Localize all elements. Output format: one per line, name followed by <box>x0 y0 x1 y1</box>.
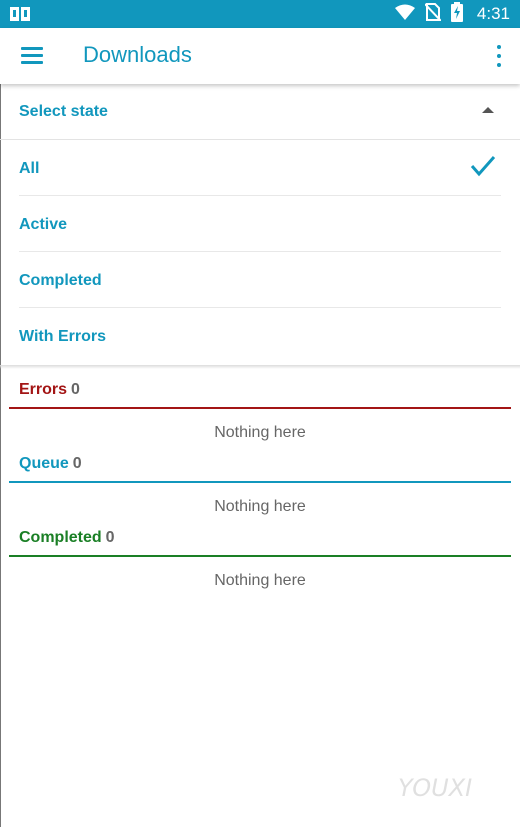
battery-charging-icon <box>450 1 463 27</box>
section-header: Errors 0 <box>19 381 80 399</box>
section-divider <box>9 481 511 483</box>
section-count: 0 <box>71 381 80 398</box>
state-selector-label: Select state <box>19 103 108 120</box>
section-divider <box>9 407 511 409</box>
state-option-label: Completed <box>19 272 102 289</box>
section-title: Completed <box>19 529 102 546</box>
section-count: 0 <box>72 455 82 472</box>
dropdown-shadow <box>0 365 520 369</box>
collapse-arrow-icon[interactable] <box>482 107 494 113</box>
wifi-icon <box>394 4 415 25</box>
section-header: Completed 0 <box>19 529 115 547</box>
state-options-list: All Active Completed With Errors <box>0 140 520 364</box>
section-header: Queue 0 <box>19 455 82 473</box>
empty-state-text: Nothing here <box>214 424 306 441</box>
state-option-all[interactable]: All <box>0 140 520 196</box>
state-option-label: Active <box>19 216 68 233</box>
page-title: Downloads <box>83 42 192 67</box>
state-option-active[interactable]: Active <box>0 196 520 252</box>
section-title: Errors <box>19 381 68 398</box>
state-option-label: All <box>19 160 40 177</box>
checkmark-icon <box>470 155 496 182</box>
state-selector[interactable]: Select state <box>0 85 520 140</box>
section-title: Queue <box>19 455 69 472</box>
status-bar: 4:31 <box>0 0 520 28</box>
state-option-with-errors[interactable]: With Errors <box>0 308 520 364</box>
notification-icon <box>10 6 30 27</box>
menu-icon[interactable] <box>13 41 53 71</box>
watermark-logo: YOUXI <box>398 770 498 809</box>
empty-state-text: Nothing here <box>214 572 306 589</box>
section-divider <box>9 555 511 557</box>
section-count: 0 <box>105 529 115 546</box>
no-sim-icon <box>424 2 442 26</box>
state-option-completed[interactable]: Completed <box>0 252 520 308</box>
state-option-label: With Errors <box>19 328 106 345</box>
empty-state-text: Nothing here <box>214 498 306 515</box>
status-time: 4:31 <box>476 4 510 23</box>
svg-text:YOUXI: YOUXI <box>398 774 472 802</box>
app-bar: Downloads <box>0 28 520 84</box>
more-options-icon[interactable] <box>492 42 506 70</box>
